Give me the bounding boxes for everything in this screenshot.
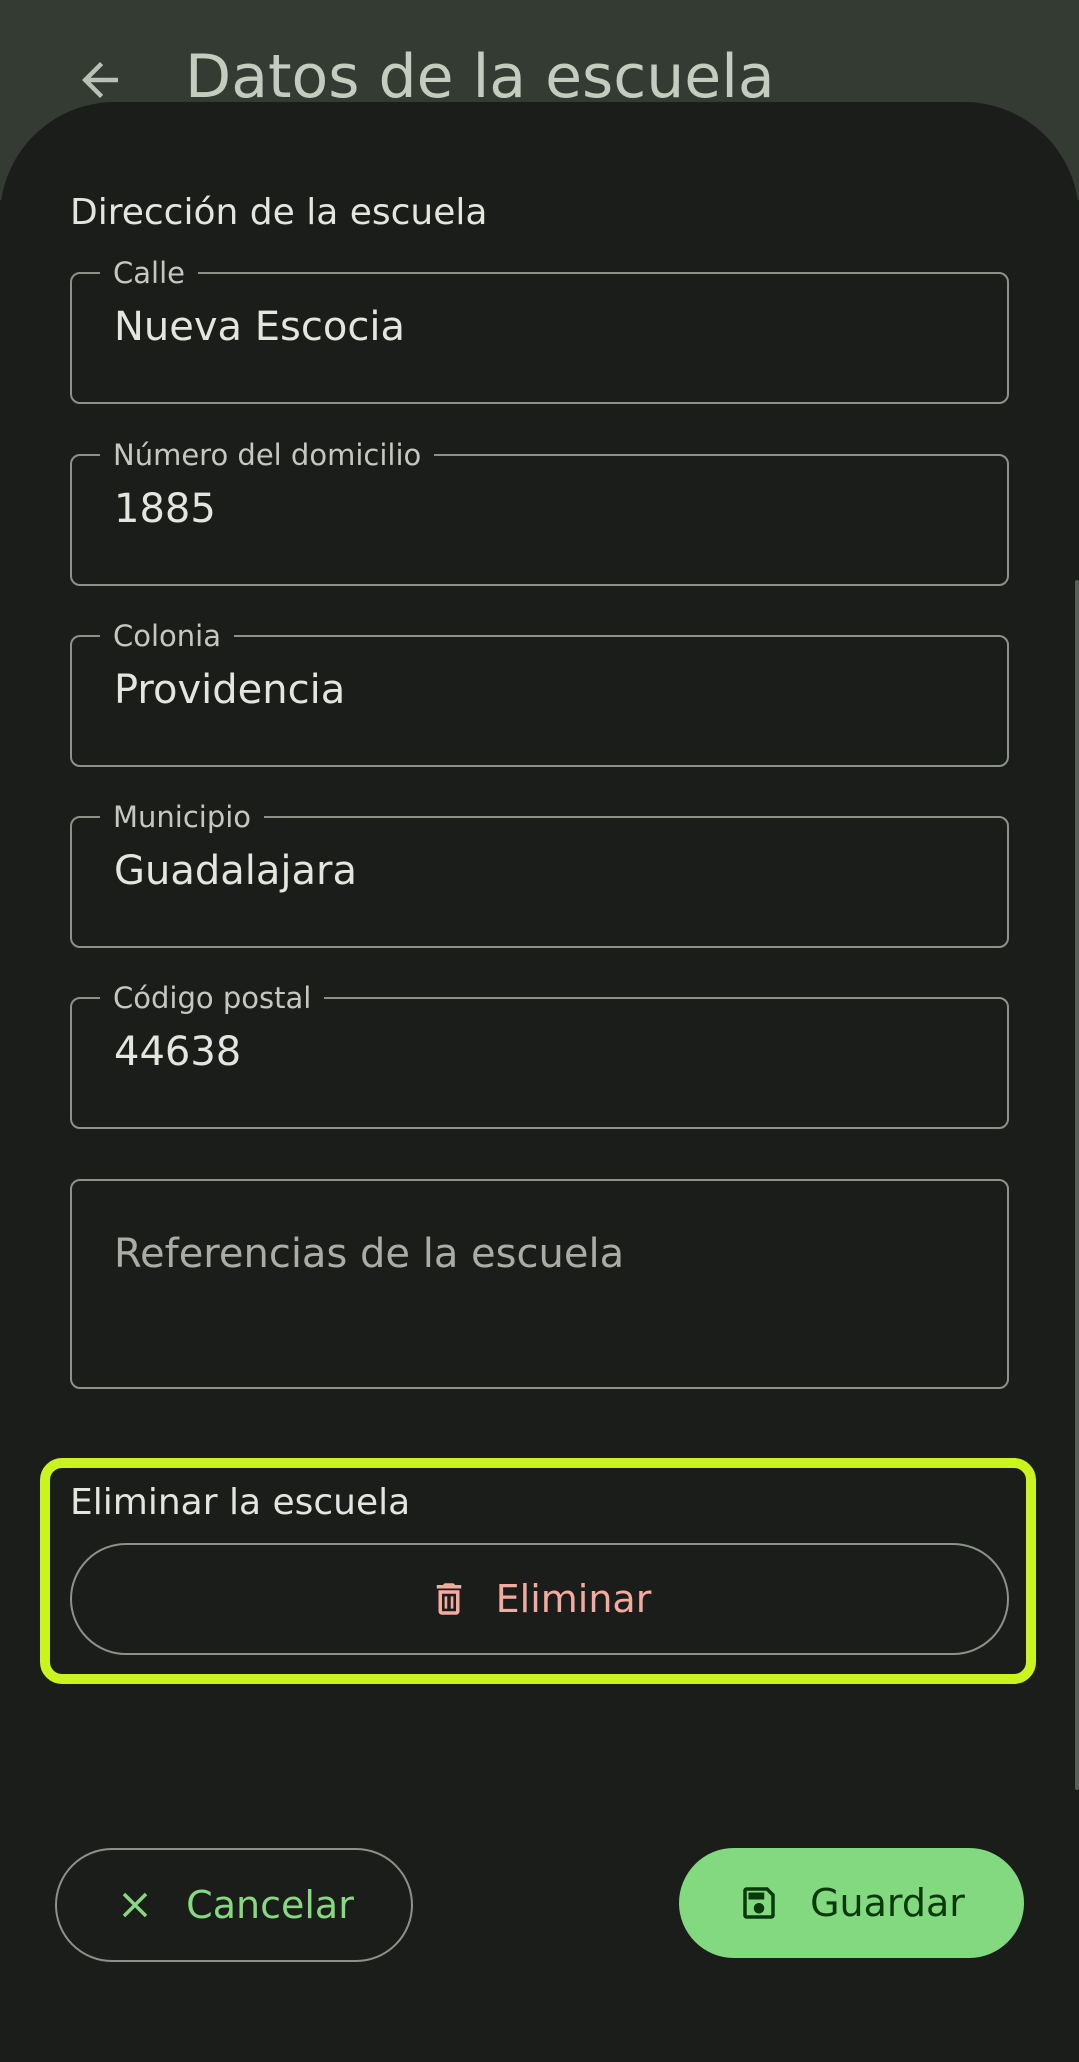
neighborhood-field-label: Colonia: [100, 620, 234, 652]
street-field[interactable]: Calle Nueva Escocia: [70, 257, 1009, 404]
postal-code-field-value: 44638: [114, 1029, 242, 1075]
house-number-field-value: 1885: [114, 486, 216, 532]
house-number-field-label: Número del domicilio: [100, 439, 435, 471]
neighborhood-field-value: Providencia: [114, 667, 346, 713]
municipality-field-value: Guadalajara: [114, 848, 357, 894]
street-field-value: Nueva Escocia: [114, 304, 405, 350]
delete-button-label: Eliminar: [495, 1577, 652, 1621]
scrollbar[interactable]: [1075, 580, 1079, 1790]
cancel-button[interactable]: Cancelar: [55, 1848, 413, 1962]
close-icon: [122, 1892, 148, 1918]
municipality-field-label: Municipio: [100, 801, 265, 833]
references-placeholder: Referencias de la escuela: [114, 1231, 625, 1277]
references-field[interactable]: Referencias de la escuela: [70, 1179, 1009, 1389]
house-number-field[interactable]: Número del domicilio 1885: [70, 439, 1009, 586]
postal-code-field-label: Código postal: [100, 982, 325, 1014]
delete-button[interactable]: Eliminar: [70, 1543, 1009, 1655]
save-button[interactable]: Guardar: [679, 1848, 1024, 1958]
arrow-back-icon: [82, 62, 118, 98]
delete-section-title: Eliminar la escuela: [70, 1482, 411, 1523]
save-icon: [743, 1887, 775, 1919]
trash-icon: [436, 1583, 461, 1615]
municipality-field[interactable]: Municipio Guadalajara: [70, 801, 1009, 948]
address-section-title: Dirección de la escuela: [70, 192, 488, 233]
postal-code-field[interactable]: Código postal 44638: [70, 982, 1009, 1129]
street-field-label: Calle: [100, 257, 198, 289]
save-button-label: Guardar: [810, 1881, 965, 1925]
neighborhood-field[interactable]: Colonia Providencia: [70, 620, 1009, 767]
cancel-button-label: Cancelar: [186, 1883, 354, 1927]
